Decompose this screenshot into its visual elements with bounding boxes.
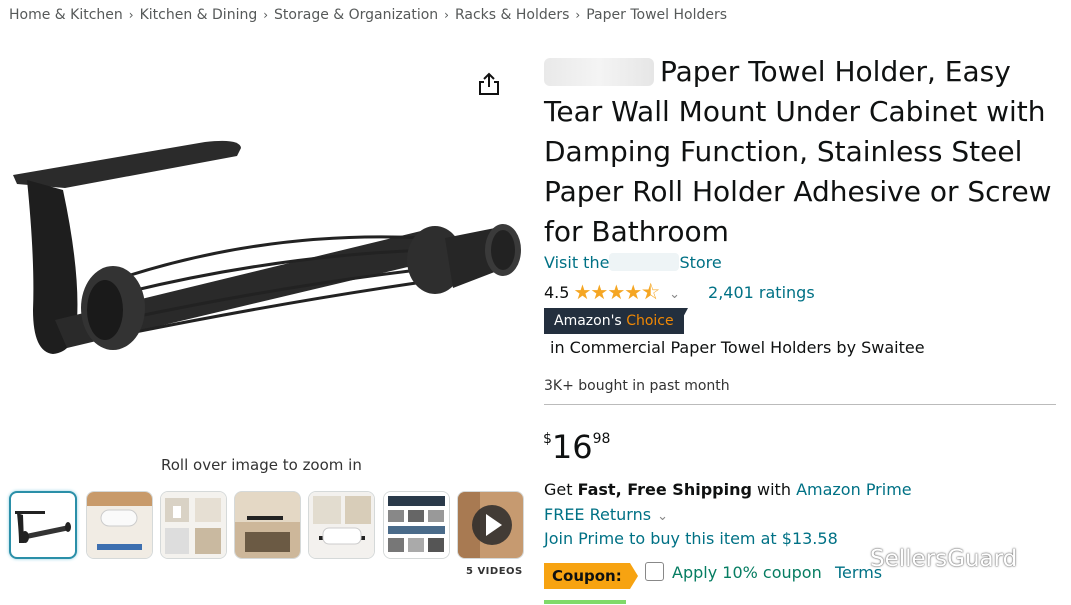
chevron-right-icon: › [128,8,134,22]
watermark: SellersGuard [838,546,1017,574]
bought-in-past-month: 3K+ bought in past month [544,378,730,394]
shipping-info: Get Fast, Free Shipping with Amazon Prim… [544,480,912,499]
chevron-down-icon: ⌄ [657,509,668,524]
free-returns-link[interactable]: FREE Returns ⌄ [544,505,668,524]
breadcrumb-storage-organization[interactable]: Storage & Organization [274,7,438,23]
thumbnail-6[interactable] [383,491,450,559]
thumbnail-4[interactable] [234,491,301,559]
coupon-checkbox[interactable] [645,562,664,581]
join-prime-link[interactable]: Join Prime to buy this item at $13.58 [544,529,838,548]
breadcrumb-home-kitchen[interactable]: Home & Kitchen [9,7,123,23]
breadcrumb-racks-holders[interactable]: Racks & Holders [455,7,569,23]
divider [544,404,1056,405]
breadcrumb-paper-towel-holders[interactable]: Paper Towel Holders [586,7,727,23]
thumbnail-1[interactable] [9,491,77,559]
chevron-right-icon: › [575,8,581,22]
wechat-icon [838,546,864,574]
rating-row: 4.5 ★★★★⯪ ⌄ 2,401 ratings [544,278,815,312]
redacted-store-name [609,253,680,271]
breadcrumb: Home & Kitchen › Kitchen & Dining › Storage … [9,7,727,23]
ratings-count-link[interactable]: 2,401 ratings [708,283,815,302]
rating-value: 4.5 [544,283,570,302]
product-title: Paper Towel Holder, Easy Tear Wall Mount… [544,55,1052,248]
videos-count-label: 5 VIDEOS [466,566,523,577]
apply-coupon-text[interactable]: Apply 10% coupon [672,563,822,582]
chevron-right-icon: › [444,8,449,22]
zoom-hint: Roll over image to zoom in [161,456,362,474]
chevron-down-icon[interactable]: ⌄ [669,287,680,302]
breadcrumb-kitchen-dining[interactable]: Kitchen & Dining [140,7,258,23]
thumbnail-2[interactable] [86,491,153,559]
thumbnail-5[interactable] [308,491,375,559]
badge-category-link[interactable]: in Commercial Paper Towel Holders by Swa… [550,338,925,357]
amazon-prime-link[interactable]: Amazon Prime [796,480,912,499]
thumbnail-3[interactable] [160,491,227,559]
star-rating-icon[interactable]: ★★★★⯪ [573,280,660,304]
redacted-brand [544,58,654,86]
video-thumbnail[interactable] [457,491,524,559]
price: $1698 [543,428,611,466]
coupon-underline [544,600,626,604]
share-icon[interactable] [475,70,503,98]
chevron-right-icon: › [263,8,269,22]
main-product-image[interactable] [5,120,525,370]
store-link[interactable]: Visit the Store [544,253,722,272]
